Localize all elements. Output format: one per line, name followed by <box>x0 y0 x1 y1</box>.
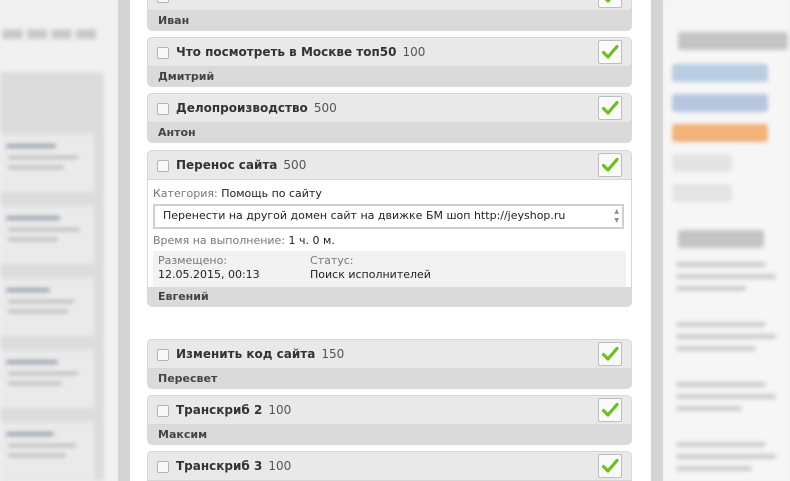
description-text: Перенести на другой домен сайт на движке… <box>163 209 566 222</box>
task-title[interactable]: Перенос сайта 500 <box>176 158 306 172</box>
task-header: Транскриб 2 100 <box>147 395 632 425</box>
task-checkbox[interactable] <box>157 103 169 115</box>
social-button <box>672 124 768 142</box>
share-heading-blurred <box>678 32 788 50</box>
approve-button[interactable] <box>598 342 622 366</box>
task-header: Делопроизводство 500 <box>147 93 632 123</box>
green-check-icon <box>601 157 619 172</box>
posted-value: 12.05.2015, 00:13 <box>158 268 260 281</box>
task-checkbox[interactable] <box>157 461 169 473</box>
scroll-up-icon[interactable]: ▲ <box>614 209 619 215</box>
content-frame-right <box>651 0 663 481</box>
approve-button[interactable] <box>598 96 622 120</box>
task-price: 500 <box>283 158 307 172</box>
left-sidebar-blurred: ▬▬▬▬ <box>0 0 128 481</box>
task-item: Транскриб 2 100 Максим <box>147 395 632 445</box>
approve-button[interactable] <box>598 40 622 64</box>
posted-cell: Размещено: 12.05.2015, 00:13 <box>158 254 260 282</box>
posted-label: Размещено: <box>158 254 228 267</box>
task-checkbox[interactable] <box>157 405 169 417</box>
task-price: 150 <box>321 347 345 361</box>
sidebar-card <box>0 206 94 264</box>
green-check-icon <box>604 0 611 3</box>
time-value: 1 ч. 0 м. <box>288 234 335 247</box>
task-price: 100 <box>268 459 292 473</box>
task-title[interactable]: Делопроизводство 500 <box>176 101 337 115</box>
task-author: Антон <box>147 123 632 143</box>
task-author: Максим <box>147 425 632 445</box>
green-check-icon <box>601 346 619 361</box>
task-category: Категория: Помощь по сайту <box>153 184 626 204</box>
task-author: Пересвет <box>147 369 632 389</box>
time-label: Время на выполнение: <box>153 234 286 247</box>
task-details: Категория: Помощь по сайту Перенести на … <box>147 180 632 287</box>
task-checkbox[interactable] <box>157 160 169 172</box>
task-time: Время на выполнение: 1 ч. 0 м. <box>153 231 626 251</box>
left-panel <box>0 72 104 481</box>
task-meta: Размещено: 12.05.2015, 00:13 Статус: Поиск… <box>153 251 626 287</box>
task-author: Дмитрий <box>147 67 632 87</box>
green-check-icon <box>601 402 619 417</box>
task-item: Иван <box>147 0 632 31</box>
task-checkbox[interactable] <box>157 349 169 361</box>
task-header: Транскриб 3 100 <box>147 451 632 481</box>
news-heading-blurred <box>678 230 764 248</box>
sidebar-card <box>0 134 94 192</box>
scroll-down-icon[interactable]: ▼ <box>614 218 619 224</box>
social-button <box>672 64 768 82</box>
status-value: Поиск исполнителей <box>310 268 431 281</box>
sidebar-card <box>0 278 94 336</box>
task-author: Иван <box>147 11 632 31</box>
status-label: Статус: <box>310 254 354 267</box>
task-header: Перенос сайта 500 <box>147 150 632 180</box>
task-price: 500 <box>313 101 337 115</box>
task-header: Изменить код сайта 150 <box>147 339 632 369</box>
task-item: Транскриб 3 100 <box>147 451 632 481</box>
approve-button[interactable] <box>598 0 622 8</box>
green-check-icon <box>601 100 619 115</box>
task-item: Что посмотреть в Москве топ50 100 Дмитрий <box>147 37 632 87</box>
right-sidebar-blurred <box>664 0 790 481</box>
task-price: 100 <box>268 403 292 417</box>
task-title[interactable] <box>176 0 182 3</box>
sidebar-card <box>0 422 94 480</box>
task-item: Изменить код сайта 150 Пересвет <box>147 339 632 389</box>
green-check-icon <box>601 458 619 473</box>
task-list: Иван Что посмотреть в Москве топ50 100 Дм… <box>130 0 651 481</box>
task-item-expanded: Перенос сайта 500 Категория: Помощь по са… <box>147 150 632 307</box>
task-header <box>147 0 632 11</box>
task-author: Евгений <box>147 287 632 307</box>
task-header: Что посмотреть в Москве топ50 100 <box>147 37 632 67</box>
task-title[interactable]: Транскриб 3 100 <box>176 459 291 473</box>
task-checkbox[interactable] <box>157 0 169 3</box>
task-price: 100 <box>402 45 426 59</box>
task-title[interactable]: Транскриб 2 100 <box>176 403 291 417</box>
status-cell: Статус: Поиск исполнителей <box>310 254 431 282</box>
task-title[interactable]: Что посмотреть в Москве топ50 100 <box>176 45 425 59</box>
social-button <box>672 154 732 172</box>
category-label: Категория: <box>153 187 218 200</box>
approve-button[interactable] <box>598 398 622 422</box>
approve-button[interactable] <box>598 454 622 478</box>
task-title[interactable]: Изменить код сайта 150 <box>176 347 344 361</box>
content-frame-left <box>118 0 130 481</box>
approve-button[interactable] <box>598 153 622 177</box>
site-logo-blurred: ▬▬▬▬ <box>0 18 99 48</box>
sidebar-card <box>0 350 94 408</box>
category-value: Помощь по сайту <box>221 187 322 200</box>
social-button <box>672 94 768 112</box>
social-button <box>672 184 732 202</box>
task-checkbox[interactable] <box>157 47 169 59</box>
task-item: Делопроизводство 500 Антон <box>147 93 632 143</box>
green-check-icon <box>601 44 619 59</box>
task-description-field[interactable]: Перенести на другой домен сайт на движке… <box>153 204 624 229</box>
